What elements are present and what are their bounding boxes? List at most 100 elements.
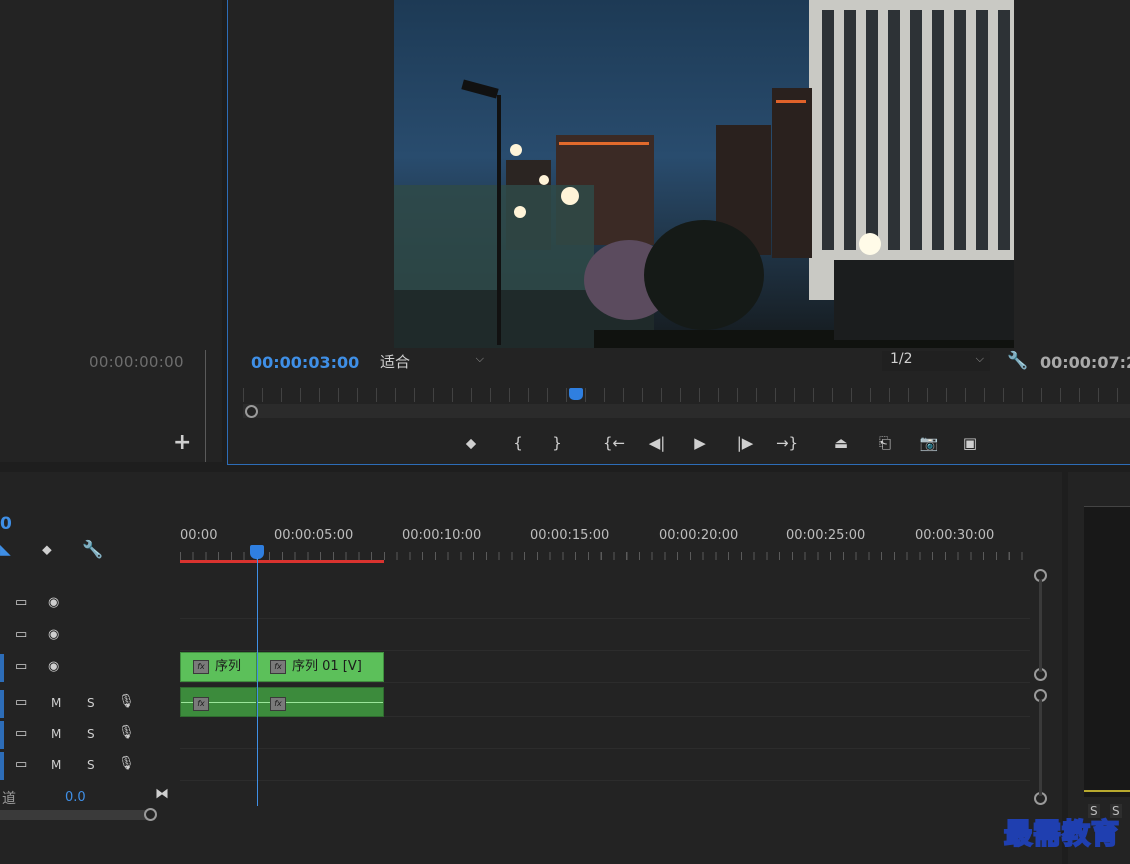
audio-meter-panel: S S <box>1068 472 1130 864</box>
meter-track <box>1084 506 1130 797</box>
toggle-sync-lock-icon[interactable]: ▭ <box>15 659 27 674</box>
master-track-row: 道 0.0 ⧓ <box>0 784 178 808</box>
fit-dropdown-label: 适合 <box>380 353 411 371</box>
night-scene-image <box>394 0 1014 348</box>
meter-level <box>1084 790 1130 792</box>
chevron-down-icon: ⌵ <box>975 352 984 365</box>
clip-label: 序列 01 [V] <box>292 659 362 674</box>
go-to-out-button[interactable]: →} <box>775 432 799 454</box>
fx-badge: fx <box>270 659 286 674</box>
ruler-label: 00:00:30:00 <box>915 528 995 543</box>
track-header-a2: ▭ M S 🎙 <box>0 719 178 749</box>
mute-button[interactable]: M <box>51 758 61 772</box>
video-preview <box>394 0 1014 348</box>
scroll-handle[interactable] <box>144 808 157 821</box>
video-scrollbar[interactable] <box>1039 580 1042 672</box>
timeline-playhead[interactable] <box>250 545 264 559</box>
toggle-sync-lock-icon[interactable]: ▭ <box>15 627 27 642</box>
wrench-icon[interactable]: 🔧 <box>1007 351 1028 371</box>
mark-in-button[interactable]: { <box>506 432 530 454</box>
source-timecode[interactable]: 00:00:00:00 <box>89 353 184 371</box>
track-header-v2: ▭ ◉ <box>0 620 178 650</box>
ruler-label: 00:00:20:00 <box>659 528 739 543</box>
track-header-v1: ▭ ◉ <box>0 652 178 682</box>
toggle-sync-lock-icon[interactable]: ▭ <box>15 726 27 741</box>
track-lane-a3[interactable] <box>180 750 1030 781</box>
work-area-bar[interactable] <box>180 560 384 563</box>
scrollbar-handle[interactable] <box>245 405 258 418</box>
extract-button[interactable]: ⎗ <box>873 432 897 454</box>
step-forward-button[interactable]: |▶ <box>733 432 757 454</box>
add-marker-button[interactable]: ⬥ <box>459 432 483 454</box>
resolution-dropdown[interactable]: 1/2 ⌵ <box>882 351 990 371</box>
video-clip[interactable]: fx 序列 01 [V] <box>257 652 384 682</box>
ruler-label: 00:00:25:00 <box>786 528 866 543</box>
program-monitor-panel: 00:00:03:00 适合 ⌵ 1/2 ⌵ 🔧 00:00:07:24 ⬥ {}… <box>227 0 1130 465</box>
track-header-a3: ▭ M S 🎙 <box>0 750 178 780</box>
master-volume-value[interactable]: 0.0 <box>65 790 86 805</box>
microphone-icon[interactable]: 🎙 <box>118 694 135 709</box>
toggle-sync-lock-icon[interactable]: ▭ <box>15 757 27 772</box>
toggle-sync-lock-icon[interactable]: ▭ <box>15 695 27 710</box>
zoom-scrollbar[interactable] <box>243 404 1130 418</box>
fx-badge: fx <box>193 696 209 711</box>
timeline-panel: 0 ◣ ⬥ 🔧 00:00 00:00:05:00 00:00:10:00 00:00… <box>0 472 1062 864</box>
microphone-icon[interactable]: 🎙 <box>118 756 135 771</box>
ruler-ticks <box>243 388 1130 402</box>
program-duration-timecode: 00:00:07:24 <box>1040 353 1130 372</box>
step-back-button[interactable]: ◀| <box>645 432 669 454</box>
solo-button[interactable]: S <box>87 758 95 772</box>
watermark: 最需教育 <box>1003 816 1121 851</box>
timeline-timecode[interactable]: 0 <box>0 514 12 534</box>
toggle-sync-lock-icon[interactable]: ▭ <box>15 595 27 610</box>
timeline-playhead-line <box>257 558 258 806</box>
panel-divider <box>205 350 206 462</box>
fit-dropdown[interactable]: 适合 ⌵ <box>380 351 488 371</box>
fit-width-icon[interactable]: ⧓ <box>155 786 169 802</box>
track-header-v3: ▭ ◉ <box>0 588 178 618</box>
eye-icon[interactable]: ◉ <box>48 595 59 610</box>
master-track-label: 道 <box>2 791 16 807</box>
fx-badge: fx <box>193 659 209 674</box>
source-monitor-panel: 00:00:00:00 + <box>0 0 222 462</box>
video-clip[interactable]: fx 序列 <box>180 652 257 682</box>
solo-button[interactable]: S <box>87 727 95 741</box>
add-button[interactable]: + <box>173 430 191 455</box>
go-to-in-button[interactable]: {← <box>602 432 626 454</box>
clip-label: 序列 <box>215 659 242 674</box>
track-target-indicator[interactable] <box>0 721 4 749</box>
wrench-icon[interactable]: 🔧 <box>82 540 103 560</box>
track-target-indicator[interactable] <box>0 690 4 718</box>
track-lane-v2[interactable] <box>180 620 1030 651</box>
audio-clip[interactable]: fx <box>180 687 257 717</box>
play-button[interactable]: ▶ <box>688 432 712 454</box>
lift-button[interactable]: ⏏ <box>829 432 853 454</box>
ruler-label: 00:00:10:00 <box>402 528 482 543</box>
add-marker-icon[interactable]: ⬥ <box>42 542 52 558</box>
ruler-label: 00:00 <box>180 528 218 543</box>
mark-out-button[interactable]: } <box>545 432 569 454</box>
track-target-indicator[interactable] <box>0 654 4 682</box>
fx-badge: fx <box>270 696 286 711</box>
mute-button[interactable]: M <box>51 727 61 741</box>
track-target-indicator[interactable] <box>0 752 4 780</box>
track-lane-a2[interactable] <box>180 718 1030 749</box>
export-frame-button[interactable]: 📷 <box>917 432 941 454</box>
solo-button[interactable]: S <box>87 696 95 710</box>
mute-button[interactable]: M <box>51 696 61 710</box>
program-current-timecode[interactable]: 00:00:03:00 <box>251 353 359 372</box>
audio-clip[interactable]: fx <box>257 687 384 717</box>
program-time-ruler[interactable] <box>243 388 1130 418</box>
eye-icon[interactable]: ◉ <box>48 659 59 674</box>
microphone-icon[interactable]: 🎙 <box>118 725 135 740</box>
snap-icon[interactable]: ◣ <box>0 542 11 558</box>
ruler-label: 00:00:15:00 <box>530 528 610 543</box>
compare-view-button[interactable]: ▣ <box>958 432 982 454</box>
ruler-label: 00:00:05:00 <box>274 528 354 543</box>
eye-icon[interactable]: ◉ <box>48 627 59 642</box>
audio-scrollbar[interactable] <box>1039 700 1042 796</box>
track-header-a1: ▭ M S 🎙 <box>0 688 178 718</box>
track-lane-v3[interactable] <box>180 588 1030 619</box>
program-playhead[interactable] <box>569 388 583 400</box>
timeline-horizontal-scrollbar[interactable] <box>0 810 152 820</box>
